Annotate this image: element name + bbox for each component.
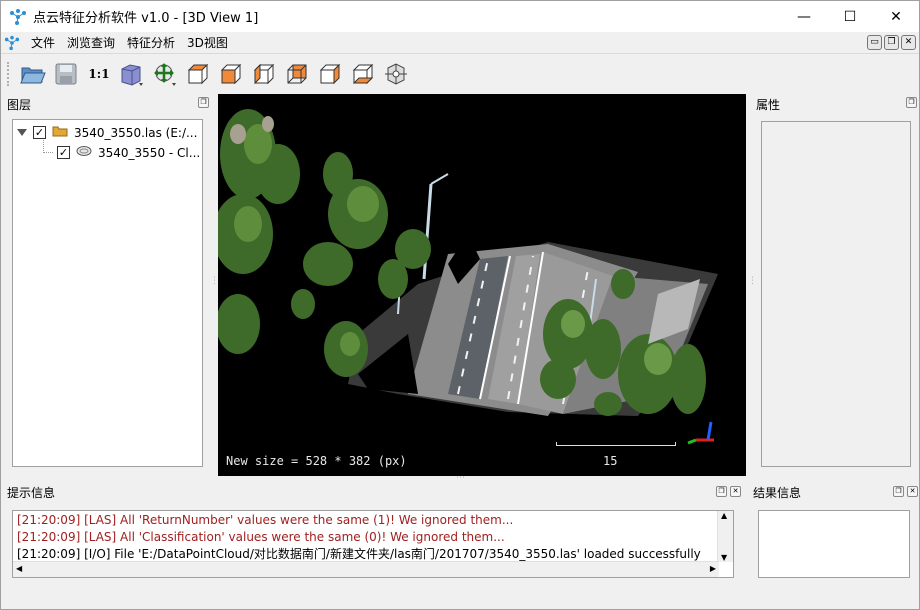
console-vertical-scrollbar[interactable]: ▲ ▼ <box>717 511 733 562</box>
mdi-doc-icon[interactable] <box>4 35 20 51</box>
properties-float-icon[interactable]: ❐ <box>906 97 917 108</box>
zoom-1to1-label: 1:1 <box>88 67 110 81</box>
display-cube-icon[interactable] <box>118 60 146 88</box>
folder-icon <box>52 125 68 140</box>
console-close-icon[interactable]: ✕ <box>730 486 741 497</box>
app-logo-icon <box>9 8 27 26</box>
title-bar[interactable]: 点云特征分析软件 v1.0 - [3D View 1] — ☐ ✕ <box>1 1 919 32</box>
view-back-icon[interactable] <box>283 60 311 88</box>
scroll-right-icon[interactable]: ▶ <box>710 564 716 573</box>
open-folder-icon[interactable] <box>19 60 47 88</box>
view-right-icon[interactable] <box>316 60 344 88</box>
las-file-checkbox[interactable]: ✓ <box>33 126 46 139</box>
las-file-label: 3540_3550.las (E:/... <box>74 125 198 140</box>
right-splitter-grip[interactable]: ⋮ <box>748 276 757 286</box>
view-left-icon[interactable] <box>250 60 278 88</box>
tree-node-las-file[interactable]: ✓ 3540_3550.las (E:/... <box>17 125 197 140</box>
save-icon[interactable] <box>52 60 80 88</box>
log-line: [21:20:09] [LAS] All 'Classification' va… <box>17 530 505 544</box>
maximize-button[interactable]: ☐ <box>827 1 873 32</box>
app-window: 点云特征分析软件 v1.0 - [3D View 1] — ☐ ✕ 文件 浏览查… <box>0 0 920 610</box>
results-close-icon[interactable]: ✕ <box>907 486 918 497</box>
view-front-icon[interactable] <box>217 60 245 88</box>
close-button[interactable]: ✕ <box>873 1 919 32</box>
left-splitter-grip[interactable]: ⋮ <box>210 276 219 286</box>
console-float-icon[interactable]: ❐ <box>716 486 727 497</box>
point-cloud-checkbox[interactable]: ✓ <box>57 146 70 159</box>
main-toolbar: 1:1 <box>1 55 919 93</box>
scroll-left-icon[interactable]: ◀ <box>16 564 22 573</box>
layers-float-icon[interactable]: ❐ <box>198 97 209 108</box>
console-log[interactable]: [21:20:09] [LAS] All 'ReturnNumber' valu… <box>12 510 734 578</box>
properties-panel-title: 属性 <box>756 98 781 112</box>
layers-panel-title: 图层 <box>7 98 32 112</box>
minimize-button[interactable]: — <box>781 1 827 32</box>
console-panel-title: 提示信息 <box>7 486 56 500</box>
pivot-icon[interactable] <box>382 60 410 88</box>
mdi-close-button[interactable]: ✕ <box>901 35 916 50</box>
tree-node-point-cloud[interactable]: ✓ 3540_3550 - Cl... <box>57 145 200 160</box>
collapse-arrow-icon[interactable] <box>17 129 27 136</box>
console-horizontal-scrollbar[interactable]: ◀ ▶ <box>13 561 719 577</box>
log-line: [21:20:09] [LAS] All 'ReturnNumber' valu… <box>17 513 514 527</box>
viewport-status-text: New size = 528 * 382 (px) <box>226 454 407 468</box>
menu-feature-analysis[interactable]: 特征分析 <box>121 34 181 51</box>
view-top-icon[interactable] <box>184 60 212 88</box>
menu-browse-query[interactable]: 浏览查询 <box>61 34 121 51</box>
layers-tree: ✓ 3540_3550.las (E:/... ✓ 3540_3550 - Cl… <box>12 119 203 467</box>
3d-viewport[interactable]: 15 New size = 528 * 382 (px) <box>218 94 746 476</box>
window-title: 点云特征分析软件 v1.0 - [3D View 1] <box>33 11 259 26</box>
results-box <box>758 510 910 578</box>
scroll-up-icon[interactable]: ▲ <box>721 511 727 520</box>
zoom-1to1-button[interactable]: 1:1 <box>85 60 113 88</box>
point-cloud-render <box>218 109 718 445</box>
results-float-icon[interactable]: ❐ <box>893 486 904 497</box>
view-bottom-icon[interactable] <box>349 60 377 88</box>
menu-bar: 文件 浏览查询 特征分析 3D视图 ▭ ❐ ✕ <box>1 32 919 54</box>
toolbar-grip[interactable] <box>7 62 11 86</box>
menu-3d-view[interactable]: 3D视图 <box>181 34 234 51</box>
mdi-restore-button[interactable]: ❐ <box>884 35 899 50</box>
mdi-minimize-button[interactable]: ▭ <box>867 35 882 50</box>
properties-box <box>761 121 911 467</box>
scroll-down-icon[interactable]: ▼ <box>721 553 727 562</box>
point-cloud-label: 3540_3550 - Cl... <box>98 145 201 160</box>
scale-bar <box>556 442 676 446</box>
tree-connector <box>43 140 53 153</box>
pan-cross-icon[interactable] <box>151 60 179 88</box>
bottom-splitter-grip[interactable]: ⋯ <box>456 473 465 483</box>
scale-value-label: 15 <box>603 454 618 468</box>
cloud-icon <box>76 145 92 160</box>
menu-file[interactable]: 文件 <box>25 34 61 51</box>
results-panel-title: 结果信息 <box>753 486 802 500</box>
